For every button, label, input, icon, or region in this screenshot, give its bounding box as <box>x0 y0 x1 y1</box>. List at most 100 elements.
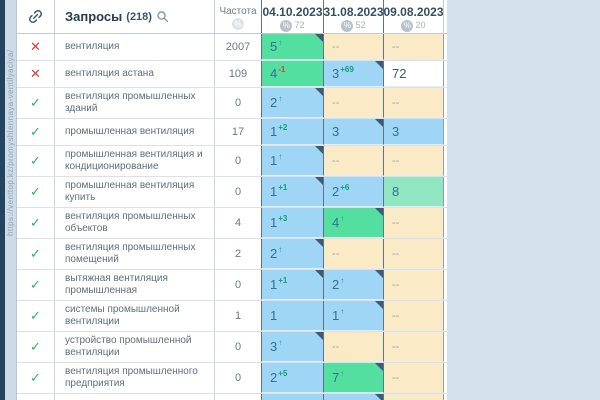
position-cell[interactable]: -- <box>383 363 444 393</box>
status-cell[interactable]: ✓ <box>17 146 55 176</box>
position-cell[interactable]: -- <box>383 239 444 269</box>
query-cell[interactable]: системы промышленной вентиляции <box>55 301 215 331</box>
position-cell[interactable]: 4 ↑ <box>323 208 384 238</box>
status-cell[interactable]: ✓ <box>17 270 55 300</box>
corner-marker-icon <box>375 301 383 309</box>
position-cell[interactable]: -- <box>383 301 444 331</box>
table-row: ✓ системы промышленной вентиляции 1 1 1 ↑… <box>17 301 447 332</box>
position-cell[interactable]: 4 -1 <box>261 61 324 87</box>
frequency-column-header[interactable]: Частота % <box>215 0 262 33</box>
position-cell[interactable]: 2 +6 <box>323 177 384 207</box>
position-cell[interactable] <box>323 394 384 400</box>
position-cell[interactable]: -- <box>383 208 444 238</box>
query-cell[interactable]: вентиляция астана <box>55 61 215 87</box>
status-cell[interactable]: ✕ <box>17 61 55 87</box>
position-cell[interactable]: 2 ↑ <box>261 88 324 118</box>
status-cell[interactable]: ✓ <box>17 177 55 207</box>
position-change: ↑ <box>340 307 345 316</box>
position-cell[interactable]: -- <box>383 270 444 300</box>
frequency-value: 0 <box>234 155 242 167</box>
position-cell[interactable]: 1 +3 <box>261 208 324 238</box>
query-text: вытяжная вентиляция промышленная <box>65 273 168 296</box>
position-cell[interactable]: 2 +5 <box>261 363 324 393</box>
table-row: ✓ промышленная вентиляция и кондициониро… <box>17 146 447 177</box>
position-cell[interactable]: 1 +1 <box>261 177 324 207</box>
position-change: ↑ <box>278 38 283 47</box>
position-cell[interactable]: 8 <box>383 177 444 207</box>
position-cell[interactable]: 72 <box>383 61 444 87</box>
position-cell[interactable]: 1 +2 <box>261 119 324 145</box>
frequency-value: 2 <box>234 248 242 260</box>
frequency-label: Частота <box>219 6 257 17</box>
position-cell[interactable]: 1 ↑ <box>261 146 324 176</box>
frequency-value: 4 <box>234 217 242 229</box>
status-cell[interactable]: ✓ <box>17 208 55 238</box>
position-cell[interactable]: 3 +69 <box>323 61 384 87</box>
query-text: вентиляция промышленных объектов <box>65 211 196 234</box>
frequency-value: 17 <box>231 126 245 138</box>
status-cell[interactable]: ✓ <box>17 239 55 269</box>
position-cell[interactable]: 1 ↑ <box>323 301 384 331</box>
position-cell[interactable]: 1 +1 <box>261 270 324 300</box>
badge-count: 20 <box>415 19 426 30</box>
position-cell[interactable]: 3 ↑ <box>261 332 324 362</box>
position-cell[interactable]: -- <box>323 34 384 60</box>
status-cell[interactable] <box>17 394 55 400</box>
frequency-value: 0 <box>234 97 242 109</box>
position-cell[interactable]: 5 ↑ <box>261 34 324 60</box>
position-cell[interactable]: -- <box>383 34 444 60</box>
link-column-header[interactable] <box>17 0 55 33</box>
position-cell[interactable]: -- <box>323 332 384 362</box>
query-cell[interactable]: промышленная вентиляция и кондиционирова… <box>55 146 215 176</box>
position-cell[interactable]: -- <box>383 332 444 362</box>
position-cell[interactable]: -- <box>323 88 384 118</box>
position-cell[interactable] <box>383 394 444 400</box>
query-cell[interactable]: вентиляция промышленных объектов <box>55 208 215 238</box>
query-text: устройство промышленной вентиляции <box>65 335 192 358</box>
position-cell[interactable] <box>261 394 324 400</box>
rank-tracking-table: Запросы (218) Частота % 04.10.2023 % 72 3… <box>17 0 447 400</box>
query-cell[interactable]: вентиляция промышленных зданий <box>55 88 215 118</box>
query-cell[interactable] <box>55 394 215 400</box>
date-column-header[interactable]: 04.10.2023 % 72 <box>261 0 324 33</box>
status-cell[interactable]: ✓ <box>17 363 55 393</box>
frequency-value: 0 <box>234 341 242 353</box>
status-cell[interactable]: ✓ <box>17 88 55 118</box>
position-cell[interactable]: 3 <box>383 119 444 145</box>
table-row: ✓ промышленная вентиляция 17 1 +2 3 3 <box>17 119 447 146</box>
status-cell[interactable]: ✓ <box>17 332 55 362</box>
search-icon[interactable] <box>156 10 169 23</box>
status-cell[interactable]: ✓ <box>17 119 55 145</box>
query-cell[interactable]: вентиляция промышленных помещений <box>55 239 215 269</box>
query-cell[interactable]: устройство промышленной вентиляции <box>55 332 215 362</box>
status-cell[interactable]: ✕ <box>17 34 55 60</box>
percent-badge-icon: % <box>232 18 244 30</box>
query-cell[interactable]: вытяжная вентиляция промышленная <box>55 270 215 300</box>
frequency-value: 1 <box>234 310 242 322</box>
position-cell[interactable]: -- <box>323 239 384 269</box>
query-text: вентиляция астана <box>65 68 154 79</box>
query-cell[interactable]: вентиляция промышленного предприятия <box>55 363 215 393</box>
query-cell[interactable]: вентиляция <box>55 34 215 60</box>
table-row: ✓ промышленная вентиляция купить 0 1 +1 2… <box>17 177 447 208</box>
position-cell[interactable]: 2 ↑ <box>323 270 384 300</box>
position-change: +1 <box>278 276 288 285</box>
frequency-cell: 0 <box>215 177 262 207</box>
position-cell[interactable]: 2 ↑ <box>261 239 324 269</box>
queries-column-header[interactable]: Запросы (218) <box>55 0 215 33</box>
date-column-header[interactable]: 31.08.2023 % 52 <box>323 0 384 33</box>
badge-count: 72 <box>294 19 305 30</box>
date-column-header[interactable]: 09.08.2023 % 20 <box>383 0 444 33</box>
position-cell[interactable]: 1 <box>261 301 324 331</box>
position-cell[interactable]: 3 <box>323 119 384 145</box>
query-cell[interactable]: промышленная вентиляция купить <box>55 177 215 207</box>
query-cell[interactable]: промышленная вентиляция <box>55 119 215 145</box>
position-cell[interactable]: -- <box>383 146 444 176</box>
status-cell[interactable]: ✓ <box>17 301 55 331</box>
position-cell[interactable]: -- <box>383 88 444 118</box>
date-label: 04.10.2023 <box>262 4 323 19</box>
position-cell[interactable]: -- <box>323 146 384 176</box>
badge-count: 52 <box>355 19 366 30</box>
check-icon: ✓ <box>30 184 41 199</box>
position-cell[interactable]: 7 ↑ <box>323 363 384 393</box>
